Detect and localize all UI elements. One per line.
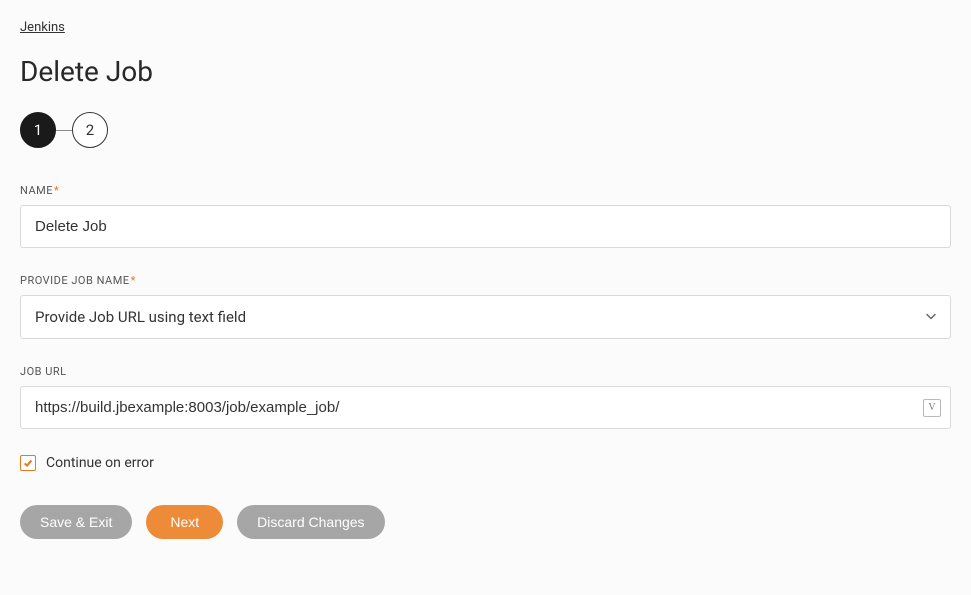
check-icon: [23, 458, 33, 468]
form-group-job-url: JOB URL V: [20, 365, 951, 429]
continue-on-error-label: Continue on error: [46, 455, 154, 471]
form-group-provide-job-name: PROVIDE JOB NAME* Provide Job URL using …: [20, 274, 951, 339]
label-provide-job-name: PROVIDE JOB NAME*: [20, 274, 951, 287]
step-connector: [56, 130, 72, 131]
breadcrumb: Jenkins: [20, 20, 951, 35]
next-button[interactable]: Next: [146, 505, 223, 539]
step-2[interactable]: 2: [72, 112, 108, 148]
step-indicator: 1 2: [20, 112, 951, 148]
discard-changes-button[interactable]: Discard Changes: [237, 505, 384, 539]
job-url-input[interactable]: [20, 386, 951, 429]
button-row: Save & Exit Next Discard Changes: [20, 505, 951, 539]
step-1[interactable]: 1: [20, 112, 56, 148]
label-name-text: NAME: [20, 184, 53, 197]
required-star: *: [54, 184, 59, 197]
continue-on-error-checkbox[interactable]: [20, 455, 36, 471]
form-group-name: NAME*: [20, 184, 951, 248]
page-title: Delete Job: [20, 55, 951, 88]
continue-on-error-row: Continue on error: [20, 455, 951, 471]
required-star: *: [131, 274, 136, 287]
label-provide-job-name-text: PROVIDE JOB NAME: [20, 274, 130, 287]
save-exit-button[interactable]: Save & Exit: [20, 505, 132, 539]
label-name: NAME*: [20, 184, 951, 197]
provide-job-name-select[interactable]: Provide Job URL using text field: [20, 295, 951, 339]
label-job-url: JOB URL: [20, 365, 951, 378]
breadcrumb-link-jenkins[interactable]: Jenkins: [20, 20, 65, 35]
name-input[interactable]: [20, 205, 951, 248]
variable-badge-icon[interactable]: V: [923, 399, 941, 417]
